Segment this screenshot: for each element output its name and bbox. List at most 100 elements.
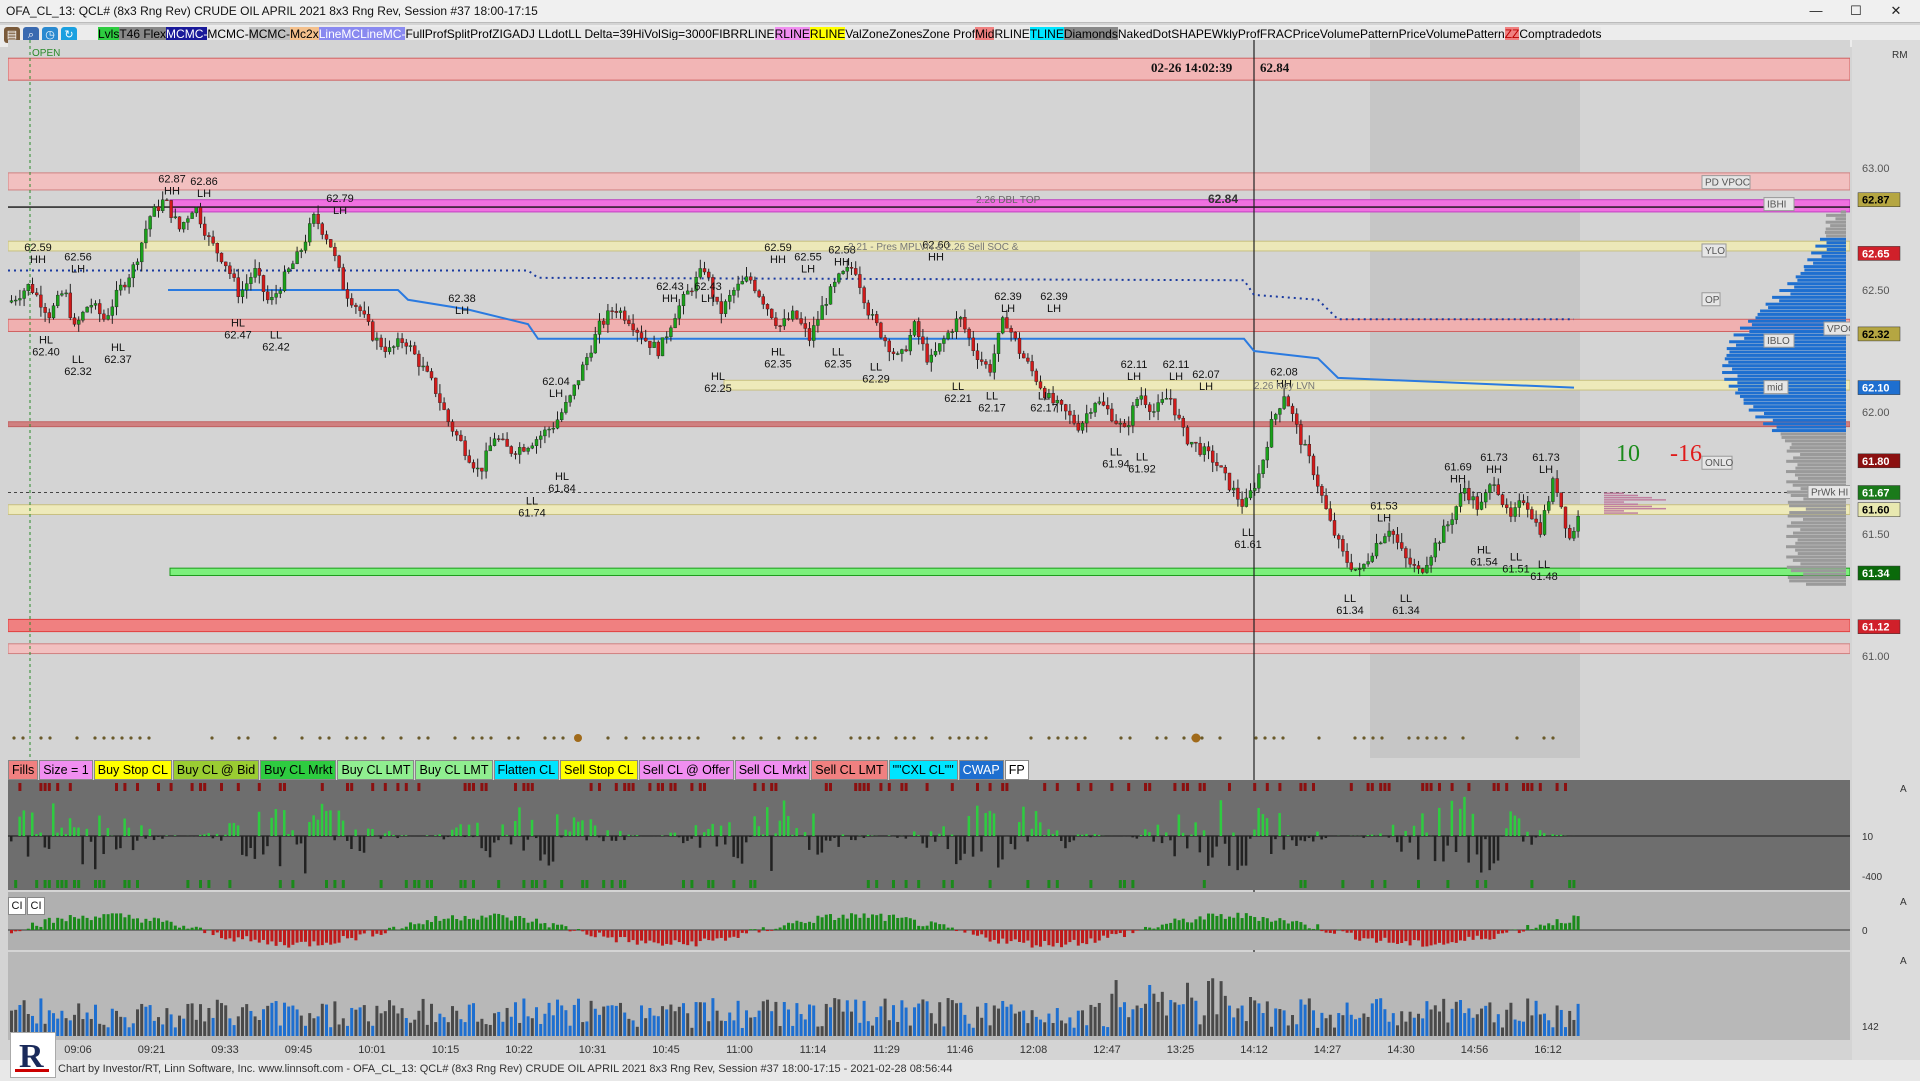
toolbar-button-mid-24[interactable]: Mid [975, 27, 995, 41]
candle-body [572, 384, 576, 396]
cumdelta-bar [514, 916, 517, 930]
toolbar-button-mc--3[interactable]: MC- [184, 27, 208, 41]
order-button-12[interactable]: ""CXL CL"" [888, 760, 958, 780]
cumdelta-bar [1307, 928, 1311, 930]
toolbar-button-zones-22[interactable]: Zones [889, 27, 923, 41]
toolbar-button-rline-20[interactable]: RLINE [809, 27, 846, 41]
volume-bar [413, 1019, 417, 1036]
toolbar-button-fibr-17[interactable]: FIBR [711, 27, 740, 41]
volume-bar [39, 998, 43, 1036]
volume-bar [392, 1005, 396, 1036]
volume-bar [946, 998, 950, 1036]
toolbar-button-zone-prof-23[interactable]: Zone Prof [922, 27, 976, 41]
toolbar-button-hivolsig-3000-16[interactable]: HiVolSig=3000 [632, 27, 712, 41]
toolbar-button-mc--7[interactable]: MC- [267, 27, 291, 41]
signal-dot [453, 736, 457, 740]
candle-body [60, 293, 64, 296]
toolbar-button-mc-6[interactable]: MC [248, 27, 268, 41]
delta-marker-top [1425, 783, 1429, 791]
toolbar-button-pricevolumepattern-32[interactable]: PriceVolumePattern [1292, 27, 1399, 41]
cumdelta-bar [472, 918, 475, 930]
candle-body [564, 402, 568, 413]
order-button-4[interactable]: Buy CL Mrkt [260, 760, 337, 780]
toolbar-button-mc-4[interactable]: MC [207, 27, 227, 41]
toolbar-button-diamonds-27[interactable]: Diamonds [1063, 27, 1118, 41]
order-button-2[interactable]: Buy Stop CL [93, 760, 172, 780]
order-button-8[interactable]: Sell Stop CL [560, 760, 638, 780]
toolbar-button-rline-19[interactable]: RLINE [774, 27, 810, 41]
swing-label-type: HH [662, 293, 678, 305]
order-button-7[interactable]: Flatten CL [493, 760, 560, 780]
delta-bar [152, 836, 156, 841]
toolbar-button-comp-35[interactable]: Comp [1519, 27, 1552, 41]
close-button[interactable]: ✕ [1876, 2, 1916, 20]
order-button-6[interactable]: Buy CL LMT [415, 760, 493, 780]
cumdelta-bar [1551, 925, 1555, 930]
order-button-1[interactable]: Size = 1 [39, 760, 93, 780]
volume-bar [1139, 1007, 1143, 1036]
toolbar-button-rline-18[interactable]: RLINE [739, 27, 775, 41]
cumdelta-bar [350, 930, 354, 938]
cumdelta-bar [417, 923, 421, 930]
delta-bar [64, 833, 68, 836]
delta-marker-top [1379, 783, 1383, 791]
toolbar-button-valzone-21[interactable]: ValZone [845, 27, 890, 41]
volume-bar [257, 1020, 261, 1036]
order-button-11[interactable]: Sell CL LMT [811, 760, 888, 780]
signal-dot [966, 736, 970, 740]
order-button-14[interactable]: FP [1004, 760, 1029, 780]
cumdelta-bar [1488, 930, 1492, 940]
delta-marker-bottom [904, 880, 908, 888]
toolbar-button-rline-25[interactable]: RLINE [994, 27, 1030, 41]
ci-button-1[interactable]: CI [27, 897, 45, 915]
volume-bar [1400, 1011, 1404, 1036]
price-chart[interactable]: 62.59HH 62.56LH62.40HL62.32LL 62.37HL62.87… [8, 40, 1850, 1062]
toolbar-button-linemc--10[interactable]: LineMC- [360, 27, 406, 41]
toolbar-button-fullprof-11[interactable]: FullProf [405, 27, 447, 41]
cumdelta-bar [795, 920, 799, 930]
candle-body [341, 267, 345, 290]
volume-bar [1438, 1011, 1441, 1036]
volume-bar [950, 1000, 954, 1036]
toolbar-button-wklyprof-30[interactable]: WklyProf [1211, 27, 1260, 41]
order-button-10[interactable]: Sell CL Mrkt [734, 760, 811, 780]
toolbar-button-zz-34[interactable]: ZZ [1504, 27, 1520, 41]
toolbar-button-mc--5[interactable]: MC- [226, 27, 249, 41]
ci-button-0[interactable]: CI [8, 897, 26, 915]
cumdelta-bar [1459, 930, 1462, 941]
price-axis[interactable]: RM63.0062.5062.0061.5061.0062.8762.6562.… [1852, 40, 1920, 1062]
volume-bar [467, 1004, 471, 1036]
volume-bar [1480, 1008, 1483, 1036]
candle-body [1034, 370, 1039, 382]
candle-body [35, 292, 39, 296]
profile-bar [1805, 507, 1846, 511]
candle-body [501, 438, 505, 441]
maximize-button[interactable]: ☐ [1836, 2, 1876, 20]
toolbar-button-nakeddot-28[interactable]: NakedDot [1117, 27, 1172, 41]
delta-bar [1030, 828, 1034, 836]
toolbar-button-mc2x-8[interactable]: Mc2x [290, 27, 319, 41]
delta-marker-top [480, 783, 484, 791]
toolbar-button-zig-13[interactable]: ZIG [492, 27, 513, 41]
toolbar-button-frac-31[interactable]: FRAC [1259, 27, 1293, 41]
toolbar-button-linemc-9[interactable]: LineMC [318, 27, 361, 41]
toolbar-button-splitprof-12[interactable]: SplitProf [446, 27, 493, 41]
toolbar-button-tradedots-36[interactable]: tradedots [1551, 27, 1602, 41]
volume-bar [1207, 980, 1210, 1036]
toolbar-button-tline-26[interactable]: TLINE [1029, 27, 1064, 41]
order-button-3[interactable]: Buy CL @ Bid [172, 760, 260, 780]
minimize-button[interactable]: — [1796, 2, 1836, 20]
toolbar-button-ll-delta-39-15[interactable]: LL Delta=39 [568, 27, 633, 41]
toolbar-button-t46-flex-1[interactable]: T46 Flex [119, 27, 167, 41]
candle-body [652, 341, 656, 348]
toolbar-button-pricevolumepattern-33[interactable]: PriceVolumePattern [1398, 27, 1505, 41]
toolbar-button-lvls-0[interactable]: Lvls [98, 27, 120, 41]
order-button-9[interactable]: Sell CL @ Offer [638, 760, 734, 780]
toolbar-button-adj-lldot-14[interactable]: ADJ LLdot [512, 27, 569, 41]
toolbar-button-mc-2[interactable]: MC [166, 27, 185, 41]
volume-bar [1144, 1003, 1147, 1036]
order-button-0[interactable]: Fills [8, 760, 39, 780]
order-button-13[interactable]: CWAP [958, 760, 1004, 780]
toolbar-button-shape-29[interactable]: SHAPE [1171, 27, 1212, 41]
order-button-5[interactable]: Buy CL LMT [337, 760, 415, 780]
